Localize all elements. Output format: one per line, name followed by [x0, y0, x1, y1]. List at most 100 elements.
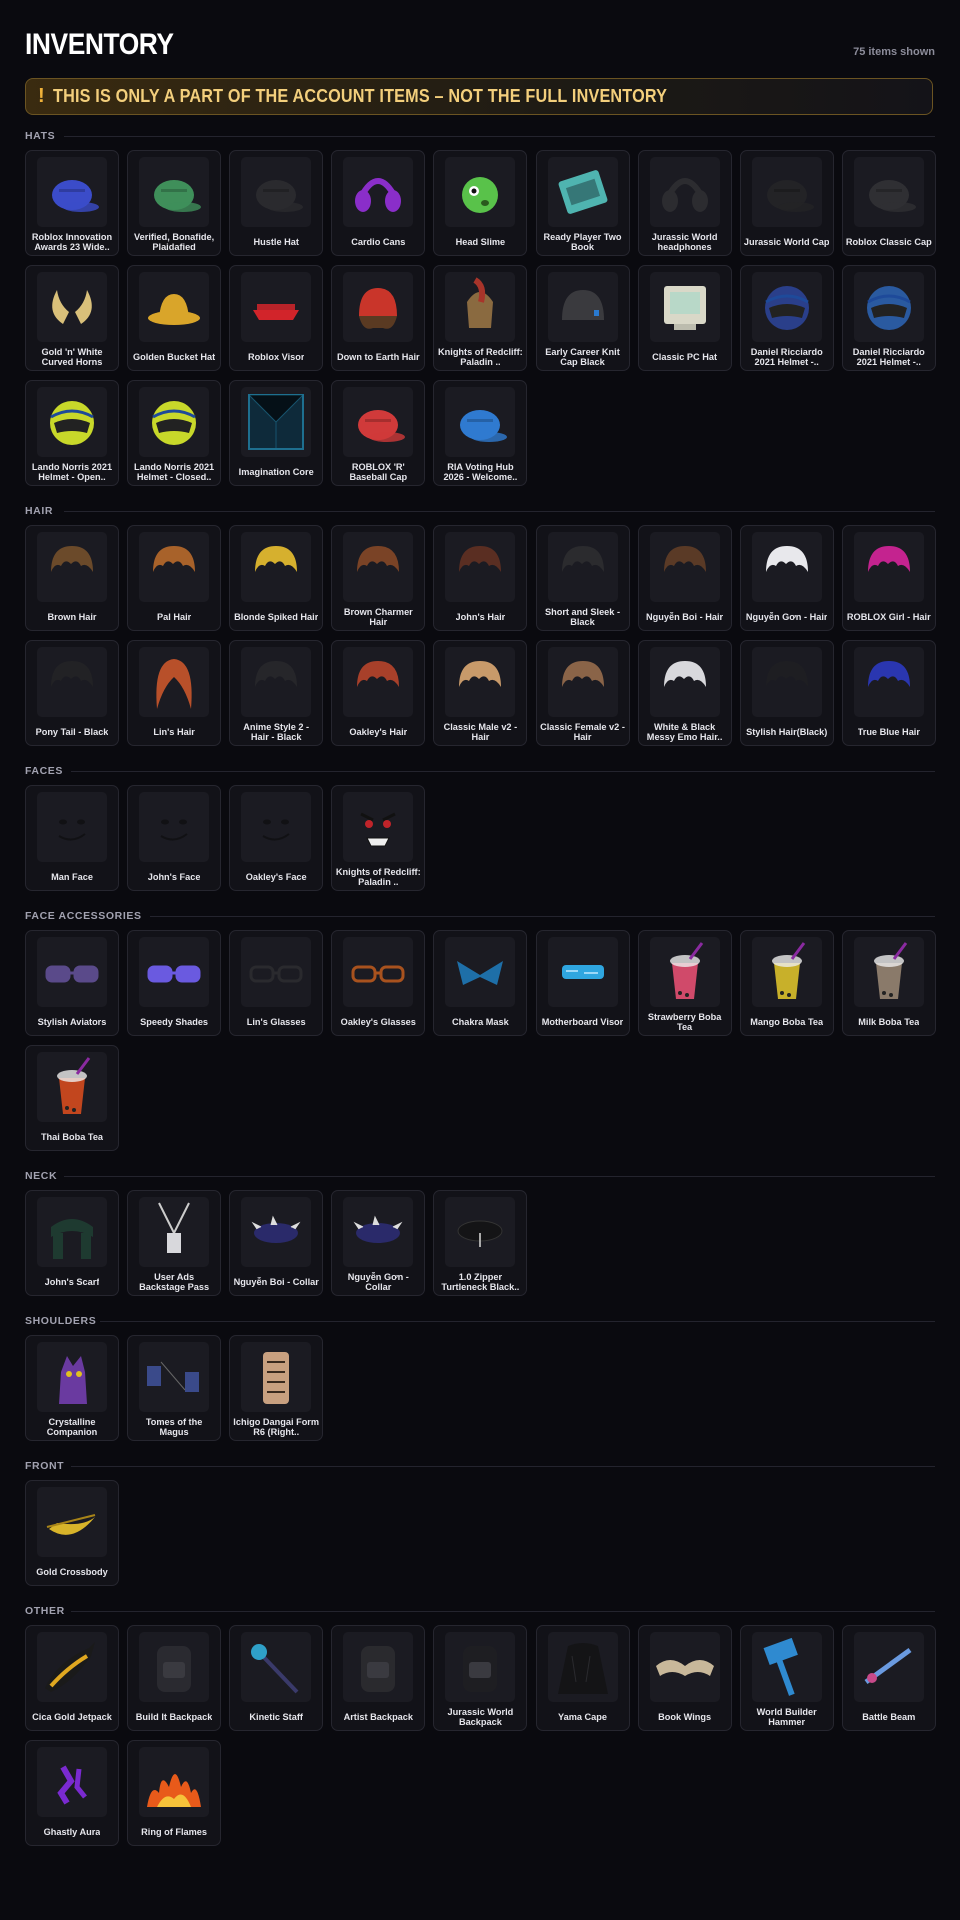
backpack-icon	[445, 1632, 516, 1702]
inventory-item-card[interactable]: Lando Norris 2021 Helmet - Open..	[25, 380, 119, 486]
item-name: Crystalline Companion	[29, 1415, 115, 1439]
inventory-item-card[interactable]: ROBLOX 'R' Baseball Cap	[331, 380, 426, 486]
section-divider	[63, 511, 935, 512]
inventory-item-card[interactable]: Strawberry Boba Tea	[637, 930, 732, 1036]
inventory-item-card[interactable]: Classic Male v2 - Hair	[433, 640, 528, 746]
inventory-item-card[interactable]: Hustle Hat	[229, 150, 324, 256]
inventory-item-card[interactable]: Oakley's Glasses	[331, 930, 426, 1036]
inventory-item-card[interactable]: Oakley's Face	[229, 785, 324, 891]
inventory-item-card[interactable]: Nguyễn Boi - Collar	[229, 1190, 324, 1296]
inventory-item-card[interactable]: Gold 'n' White Curved Horns	[25, 265, 119, 371]
inventory-item-card[interactable]: Artist Backpack	[331, 1625, 426, 1731]
inventory-item-card[interactable]: Book Wings	[637, 1625, 732, 1731]
inventory-item-card[interactable]: Verified, Bonafide, Plaidafied	[127, 150, 222, 256]
inventory-item-card[interactable]: Brown Charmer Hair	[331, 525, 426, 631]
inventory-item-card[interactable]: True Blue Hair	[841, 640, 936, 746]
inventory-item-card[interactable]: Crystalline Companion	[25, 1335, 119, 1441]
inventory-item-card[interactable]: Stylish Hair(Black)	[739, 640, 834, 746]
inventory-item-card[interactable]: Yama Cape	[535, 1625, 630, 1731]
inventory-item-card[interactable]: Pony Tail - Black	[25, 640, 119, 746]
inventory-item-card[interactable]: Knights of Redcliff: Paladin ..	[331, 785, 426, 891]
inventory-item-card[interactable]: Lin's Hair	[127, 640, 222, 746]
inventory-item-card[interactable]: RIA Voting Hub 2026 - Welcome..	[433, 380, 528, 486]
inventory-item-card[interactable]: John's Scarf	[25, 1190, 119, 1296]
inventory-item-card[interactable]: Golden Bucket Hat	[127, 265, 222, 371]
inventory-item-card[interactable]: World Builder Hammer	[739, 1625, 834, 1731]
hair-icon	[547, 647, 618, 717]
inventory-item-card[interactable]: Lando Norris 2021 Helmet - Closed..	[127, 380, 222, 486]
inventory-item-card[interactable]: John's Hair	[433, 525, 528, 631]
tomes-icon	[139, 1342, 210, 1412]
inventory-item-card[interactable]: Roblox Classic Cap	[841, 150, 936, 256]
inventory-item-card[interactable]: Milk Boba Tea	[841, 930, 936, 1036]
inventory-item-card[interactable]: Knights of Redcliff: Paladin ..	[433, 265, 528, 371]
item-name: Battle Beam	[846, 1705, 932, 1729]
inventory-item-card[interactable]: Cica Gold Jetpack	[25, 1625, 119, 1731]
inventory-item-card[interactable]: John's Face	[127, 785, 222, 891]
inventory-item-card[interactable]: Early Career Knit Cap Black	[535, 265, 630, 371]
inventory-item-card[interactable]: Nguyễn Gơn - Collar	[331, 1190, 426, 1296]
inventory-item-card[interactable]: Stylish Aviators	[25, 930, 119, 1036]
red-beanie-hair-icon	[343, 272, 414, 342]
inventory-item-card[interactable]: Head Slime	[433, 150, 528, 256]
item-name-text: Nguyễn Gơn - Collar	[347, 1271, 409, 1293]
inventory-item-card[interactable]: ROBLOX Girl - Hair	[841, 525, 936, 631]
inventory-item-card[interactable]: Kinetic Staff	[229, 1625, 324, 1731]
inventory-item-card[interactable]: Brown Hair	[25, 525, 119, 631]
inventory-item-card[interactable]: Ghastly Aura	[25, 1740, 119, 1846]
section-label-other: OTHER	[25, 1605, 65, 1617]
section-divider	[71, 1611, 935, 1612]
inventory-item-card[interactable]: Short and Sleek - Black	[535, 525, 630, 631]
inventory-item-card[interactable]: Nguyễn Gơn - Hair	[739, 525, 834, 631]
item-name: Brown Hair	[29, 605, 115, 629]
item-name-text: Kinetic Staff	[249, 1711, 303, 1722]
item-name: Cardio Cans	[335, 230, 421, 254]
horns-icon	[37, 272, 107, 342]
item-name-text: Nguyễn Boi - Hair	[646, 611, 724, 622]
hair-icon	[853, 532, 924, 602]
item-name-text: Motherboard Visor	[541, 1016, 624, 1027]
knit-cap-icon	[547, 272, 618, 342]
inventory-item-card[interactable]: Mango Boba Tea	[739, 930, 834, 1036]
inventory-item-card[interactable]: Tomes of the Magus	[127, 1335, 222, 1441]
inventory-item-card[interactable]: Blonde Spiked Hair	[229, 525, 324, 631]
items-count: 75 items shown	[853, 46, 935, 58]
inventory-item-card[interactable]: Jurassic World headphones	[637, 150, 732, 256]
inventory-item-card[interactable]: Thai Boba Tea	[25, 1045, 119, 1151]
inventory-item-card[interactable]: Lin's Glasses	[229, 930, 324, 1036]
inventory-item-card[interactable]: Ring of Flames	[127, 1740, 222, 1846]
inventory-item-card[interactable]: Imagination Core	[229, 380, 324, 486]
inventory-item-card[interactable]: Chakra Mask	[433, 930, 528, 1036]
section-divider	[71, 771, 935, 772]
inventory-item-card[interactable]: Build It Backpack	[127, 1625, 222, 1731]
inventory-item-card[interactable]: Jurassic World Cap	[739, 150, 834, 256]
inventory-item-card[interactable]: Nguyễn Boi - Hair	[637, 525, 732, 631]
inventory-item-card[interactable]: Pal Hair	[127, 525, 222, 631]
inventory-item-card[interactable]: Oakley's Hair	[331, 640, 426, 746]
inventory-item-card[interactable]: Anime Style 2 - Hair - Black	[229, 640, 324, 746]
inventory-item-card[interactable]: Down to Earth Hair	[331, 265, 426, 371]
section-divider	[150, 916, 935, 917]
item-name: Roblox Classic Cap	[846, 230, 932, 254]
inventory-item-card[interactable]: Jurassic World Backpack	[433, 1625, 528, 1731]
item-name-text: Brown Hair	[47, 611, 97, 622]
inventory-item-card[interactable]: User Ads Backstage Pass	[127, 1190, 222, 1296]
inventory-item-card[interactable]: 1.0 Zipper Turtleneck Black..	[433, 1190, 528, 1296]
creature-icon	[37, 1342, 107, 1412]
inventory-item-card[interactable]: Man Face	[25, 785, 119, 891]
inventory-item-card[interactable]: Motherboard Visor	[535, 930, 630, 1036]
inventory-item-card[interactable]: Battle Beam	[841, 1625, 936, 1731]
inventory-item-card[interactable]: Ready Player Two Book	[535, 150, 630, 256]
inventory-item-card[interactable]: Classic PC Hat	[637, 265, 732, 371]
item-name-text: Knights of Redcliff: Paladin ..	[335, 866, 421, 888]
inventory-item-card[interactable]: Cardio Cans	[331, 150, 426, 256]
inventory-item-card[interactable]: White & Black Messy Emo Hair..	[637, 640, 732, 746]
inventory-item-card[interactable]: Speedy Shades	[127, 930, 222, 1036]
inventory-item-card[interactable]: Daniel Ricciardo 2021 Helmet -..	[739, 265, 834, 371]
inventory-item-card[interactable]: Gold Crossbody	[25, 1480, 119, 1586]
inventory-item-card[interactable]: Daniel Ricciardo 2021 Helmet -..	[841, 265, 936, 371]
inventory-item-card[interactable]: Ichigo Dangai Form R6 (Right..	[229, 1335, 324, 1441]
inventory-item-card[interactable]: Roblox Innovation Awards 23 Wide..	[25, 150, 119, 256]
inventory-item-card[interactable]: Classic Female v2 - Hair	[535, 640, 630, 746]
inventory-item-card[interactable]: Roblox Visor	[229, 265, 324, 371]
